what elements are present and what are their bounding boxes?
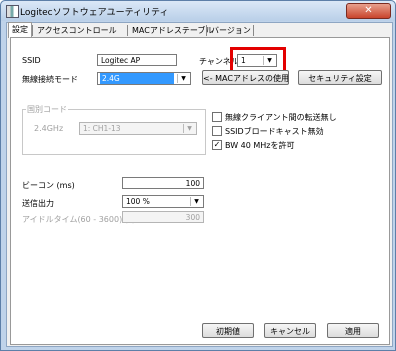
ssid-broadcast-label: SSIDブロードキャスト無効 <box>225 127 324 136</box>
country-code-title: 国別コード <box>26 104 68 115</box>
settings-panel: SSID Logitec AP チャンネル 1 ▼ 無線接続モード 2.4G ▼… <box>10 37 390 345</box>
beacon-input[interactable]: 100 <box>122 177 204 189</box>
chevron-down-icon[interactable]: ▼ <box>190 197 202 206</box>
tab-access-control[interactable]: アクセスコントロール <box>34 24 120 37</box>
close-button[interactable]: ✕ <box>346 3 391 19</box>
idle-time-input[interactable]: 300 <box>122 211 204 223</box>
tab-mac-table[interactable]: MACアドレステーブル <box>129 24 216 37</box>
tab-separator <box>253 25 254 36</box>
beacon-label: ビーコン (ms) <box>22 181 75 190</box>
tab-separator <box>127 25 128 36</box>
cancel-button[interactable]: キャンセル <box>264 323 316 338</box>
ssid-input[interactable]: Logitec AP <box>97 54 177 66</box>
tab-settings[interactable]: 設定 <box>8 22 32 38</box>
use-mac-address-button[interactable]: <- MACアドレスの使用 <box>202 70 289 85</box>
title-bar: Logitecソフトウェアユーティリティ ✕ <box>1 1 395 21</box>
security-settings-button[interactable]: セキュリティ設定 <box>298 70 382 85</box>
app-icon <box>6 5 19 18</box>
mode-label: 無線接続モード <box>22 75 78 84</box>
checkbox-bw40[interactable]: ✓ <box>212 140 222 150</box>
mode-select[interactable]: 2.4G ▼ <box>97 72 191 85</box>
mode-value: 2.4G <box>100 73 174 84</box>
client-area: 設定 アクセスコントロール MACアドレステーブル バージョン SSID Log… <box>6 22 393 347</box>
tab-separator <box>32 25 33 36</box>
bw40-label: BW 40 MHzを許可 <box>225 141 295 150</box>
chevron-down-icon[interactable]: ▼ <box>177 74 189 83</box>
tab-version[interactable]: バージョン <box>208 24 254 37</box>
no-client-forwarding-label: 無線クライアント間の転送無し <box>225 113 337 122</box>
checkbox-no-client-forwarding[interactable] <box>212 112 222 122</box>
band-select[interactable]: 1: CH1-13 ▼ <box>79 122 197 135</box>
band-value: 1: CH1-13 <box>83 124 121 133</box>
idle-time-label: アイドルタイム(60 - 3600) (s) <box>22 215 136 224</box>
tx-power-value: 100 % <box>126 197 150 206</box>
tab-separator <box>206 25 207 36</box>
tx-power-select[interactable]: 100 % ▼ <box>122 195 204 208</box>
checkbox-ssid-broadcast-disable[interactable] <box>212 126 222 136</box>
chevron-down-icon[interactable]: ▼ <box>183 124 195 133</box>
band-label: 2.4GHz <box>34 124 64 133</box>
default-button[interactable]: 初期値 <box>202 323 254 338</box>
window-title: Logitecソフトウェアユーティリティ <box>20 8 169 18</box>
tx-power-label: 送信出力 <box>22 199 54 208</box>
ssid-label: SSID <box>22 56 41 65</box>
apply-button[interactable]: 適用 <box>327 323 379 338</box>
app-window: Logitecソフトウェアユーティリティ ✕ 設定 アクセスコントロール MAC… <box>0 0 396 351</box>
